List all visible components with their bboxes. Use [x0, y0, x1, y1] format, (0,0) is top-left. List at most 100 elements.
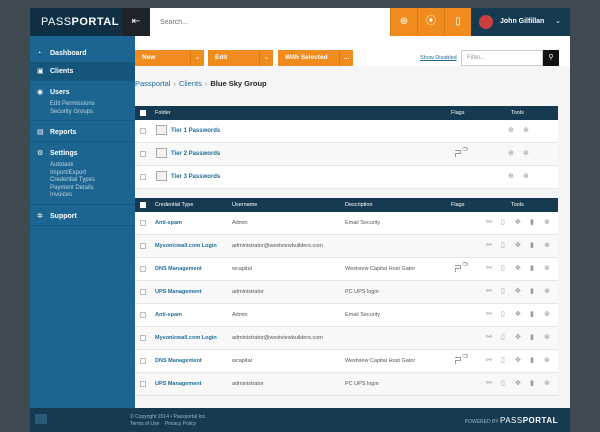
delete-icon[interactable]: ⊗ — [544, 380, 550, 388]
copy-icon[interactable]: ▯ — [501, 380, 505, 388]
link-icon[interactable]: ⚯ — [486, 242, 492, 250]
flag-icon[interactable]: 3 — [455, 147, 468, 157]
credential-type-link[interactable]: Anti-spam — [155, 220, 182, 226]
breadcrumb-section[interactable]: Clients — [179, 79, 202, 88]
filter-input[interactable]: Filter... — [461, 50, 543, 66]
move-icon[interactable]: ✥ — [515, 357, 521, 365]
delete-icon[interactable]: ⊗ — [523, 127, 529, 135]
edit-permissions-icon[interactable]: ⊕ — [508, 173, 514, 181]
search-icon[interactable]: ⚲ — [543, 50, 559, 66]
table-row[interactable]: UPS Management administrator PC UPS login ⚯… — [135, 281, 558, 304]
row-checkbox[interactable] — [140, 128, 146, 134]
sidebar-subitem[interactable]: Import/Export — [30, 170, 135, 178]
link-icon[interactable]: ⚯ — [486, 265, 492, 273]
row-checkbox[interactable] — [140, 381, 146, 387]
move-icon[interactable]: ✥ — [515, 219, 521, 227]
mobile-icon[interactable]: ▮ — [530, 219, 534, 227]
copy-icon[interactable]: ▯ — [501, 265, 505, 273]
delete-icon[interactable]: ⊗ — [544, 219, 550, 227]
sidebar-item-clients[interactable]: ▣ Clients — [30, 63, 135, 81]
mobile-icon[interactable]: ▮ — [530, 265, 534, 273]
sidebar-item-reports[interactable]: ▤ Reports — [30, 124, 135, 142]
table-row[interactable]: Mysonicwall.com Login administrator@westv… — [135, 235, 558, 258]
link-icon[interactable]: ⚯ — [486, 288, 492, 296]
link-icon[interactable]: ⚯ — [486, 357, 492, 365]
mobile-icon[interactable]: ▮ — [530, 380, 534, 388]
table-row[interactable]: Tier 1 Passwords ⊕ ⊗ — [135, 120, 558, 143]
with-selected-button[interactable]: With Selected … — [278, 50, 353, 66]
move-icon[interactable]: ✥ — [515, 334, 521, 342]
table-row[interactable]: Anti-spam Admin Email Security ⚯ ▯ ✥ ▮ ⊗ — [135, 212, 558, 235]
table-row[interactable]: DNS Management wcapital Westview Capital H… — [135, 258, 558, 281]
link-icon[interactable]: ⚯ — [486, 334, 492, 342]
table-row[interactable]: UPS Management administrator PC UPS login ⚯… — [135, 373, 558, 396]
folder-name-link[interactable]: Tier 3 Passwords — [171, 174, 220, 180]
credential-type-link[interactable]: UPS Management — [155, 289, 201, 295]
delete-icon[interactable]: ⊗ — [544, 357, 550, 365]
sidebar-subitem[interactable]: Edit Permissions — [30, 101, 135, 109]
search-box[interactable] — [150, 8, 392, 36]
mobile-icon[interactable]: ▮ — [530, 242, 534, 250]
sidebar-item-dashboard[interactable]: ◔ Dashboard — [30, 45, 135, 63]
copy-icon[interactable]: ▯ — [501, 357, 505, 365]
delete-icon[interactable]: ⊗ — [523, 150, 529, 158]
table-row[interactable]: Mysonicwall.com Login administrator@westv… — [135, 327, 558, 350]
copy-icon[interactable]: ▯ — [501, 334, 505, 342]
user-menu[interactable]: John Gilfillan ⌄ — [472, 8, 570, 36]
sidebar-subitem[interactable]: Payment Details — [30, 185, 135, 193]
move-icon[interactable]: ✥ — [515, 288, 521, 296]
row-checkbox[interactable] — [140, 220, 146, 226]
copy-icon[interactable]: ▯ — [501, 311, 505, 319]
credential-type-link[interactable]: DNS Management — [155, 358, 202, 364]
row-checkbox[interactable] — [140, 266, 146, 272]
new-button[interactable]: New ⌄ — [135, 50, 204, 66]
delete-icon[interactable]: ⊗ — [544, 265, 550, 273]
flag-icon[interactable]: 3 — [455, 354, 468, 364]
move-icon[interactable]: ✥ — [515, 265, 521, 273]
sidebar-subitem[interactable]: Credential Types — [30, 177, 135, 185]
select-all-checkbox[interactable] — [140, 110, 146, 116]
row-checkbox[interactable] — [140, 335, 146, 341]
table-row[interactable]: Tier 3 Passwords ⊕ ⊗ — [135, 166, 558, 189]
link-icon[interactable]: ⚯ — [486, 380, 492, 388]
delete-icon[interactable]: ⊗ — [544, 288, 550, 296]
edit-permissions-icon[interactable]: ⊕ — [508, 127, 514, 135]
delete-icon[interactable]: ⊗ — [544, 311, 550, 319]
delete-icon[interactable]: ⊗ — [544, 242, 550, 250]
row-checkbox[interactable] — [140, 312, 146, 318]
copy-icon[interactable]: ▯ — [501, 288, 505, 296]
credential-type-link[interactable]: Anti-spam — [155, 312, 182, 318]
row-checkbox[interactable] — [140, 243, 146, 249]
mobile-icon[interactable]: ▮ — [530, 357, 534, 365]
link-icon[interactable]: ⚯ — [486, 219, 492, 227]
breadcrumb-root[interactable]: Passportal — [135, 79, 170, 88]
folder-name-link[interactable]: Tier 2 Passwords — [171, 151, 220, 157]
select-all-checkbox[interactable] — [140, 202, 146, 208]
menu-toggle-icon[interactable]: ⇤ — [122, 8, 150, 36]
row-checkbox[interactable] — [140, 289, 146, 295]
row-checkbox[interactable] — [140, 151, 146, 157]
folder-name-link[interactable]: Tier 1 Passwords — [171, 128, 220, 134]
search-input[interactable] — [158, 8, 392, 36]
row-checkbox[interactable] — [140, 174, 146, 180]
mobile-device-icon[interactable]: ▯ — [444, 8, 471, 36]
edit-permissions-icon[interactable]: ⊕ — [508, 150, 514, 158]
add-icon[interactable]: ⊕ — [390, 8, 417, 36]
mobile-icon[interactable]: ▮ — [530, 334, 534, 342]
table-row[interactable]: Anti-spam Admin Email Security ⚯ ▯ ✥ ▮ ⊗ — [135, 304, 558, 327]
move-icon[interactable]: ✥ — [515, 242, 521, 250]
link-icon[interactable]: ⚯ — [486, 311, 492, 319]
support-lifebuoy-icon[interactable]: ⦿ — [417, 8, 444, 36]
copy-icon[interactable]: ▯ — [501, 219, 505, 227]
privacy-link[interactable]: Privacy Policy — [165, 421, 196, 427]
table-row[interactable]: DNS Management wcapital Westview Capital H… — [135, 350, 558, 373]
credential-type-link[interactable]: DNS Management — [155, 266, 202, 272]
sidebar-item-support[interactable]: ✲ Support — [30, 208, 135, 226]
flag-icon[interactable]: 3 — [455, 262, 468, 272]
credential-type-link[interactable]: Mysonicwall.com Login — [155, 243, 217, 249]
terms-link[interactable]: Terms of Use — [130, 421, 159, 427]
sidebar-subitem[interactable]: Autotask — [30, 162, 135, 170]
sidebar-item-settings[interactable]: ⚙ Settings — [30, 145, 135, 162]
credential-type-link[interactable]: Mysonicwall.com Login — [155, 335, 217, 341]
copy-icon[interactable]: ▯ — [501, 242, 505, 250]
